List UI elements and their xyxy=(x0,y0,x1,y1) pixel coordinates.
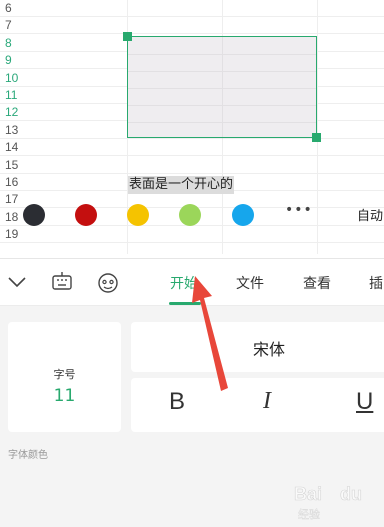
toolbar: 开始 文件 查看 插 xyxy=(0,258,384,306)
emoji-icon[interactable] xyxy=(96,271,120,299)
tab-start[interactable]: 开始 xyxy=(170,273,198,293)
color-swatch[interactable] xyxy=(23,204,45,226)
svg-text:Bai: Bai xyxy=(294,484,322,504)
selected-range[interactable] xyxy=(127,36,317,138)
sheet-row[interactable]: 7 xyxy=(0,17,384,35)
color-swatch[interactable] xyxy=(179,204,201,226)
tab-insert[interactable]: 插 xyxy=(369,273,383,293)
auto-color-button[interactable]: 自动 xyxy=(357,205,383,224)
font-name-button[interactable]: 宋体 xyxy=(131,322,384,372)
sheet-row[interactable]: 19 xyxy=(0,226,384,244)
sheet-row[interactable]: 14 xyxy=(0,139,384,157)
color-swatch[interactable] xyxy=(232,204,254,226)
tab-file[interactable]: 文件 xyxy=(236,273,264,293)
more-colors-button[interactable]: ••• xyxy=(285,202,313,218)
row-number: 9 xyxy=(5,53,12,68)
font-size-label: 字号 xyxy=(53,368,76,381)
sheet-row[interactable]: 15 xyxy=(0,157,384,174)
color-swatch[interactable] xyxy=(127,204,149,226)
row-number: 17 xyxy=(5,192,19,207)
svg-text:du: du xyxy=(340,484,362,504)
row-number: 12 xyxy=(5,105,19,120)
row-number: 10 xyxy=(5,70,19,85)
row-number: 13 xyxy=(5,122,19,137)
sheet-row[interactable]: 6 xyxy=(0,0,384,17)
row-number: 19 xyxy=(5,227,19,242)
font-size-button[interactable]: 字号 11 xyxy=(8,322,121,432)
cell-text[interactable]: 表面是一个开心的 xyxy=(128,176,235,194)
font-style-group: B I U xyxy=(131,378,384,432)
chevron-down-icon[interactable] xyxy=(6,273,28,295)
font-size-value: 11 xyxy=(53,386,76,406)
selection-handle-bottom-right[interactable] xyxy=(312,133,321,142)
row-number: 8 xyxy=(5,35,12,50)
font-color-label: 字体颜色 xyxy=(8,450,48,461)
selection-handle-top-left[interactable] xyxy=(123,32,132,41)
tab-view[interactable]: 查看 xyxy=(303,273,331,293)
bold-button[interactable]: B xyxy=(169,388,185,416)
row-number: 15 xyxy=(5,157,19,172)
active-tab-indicator xyxy=(169,302,201,305)
row-number: 16 xyxy=(5,175,19,189)
italic-button[interactable]: I xyxy=(263,388,271,415)
row-number: 6 xyxy=(5,1,12,15)
row-number: 14 xyxy=(5,140,19,155)
color-swatch[interactable] xyxy=(75,204,97,226)
svg-text:经验: 经验 xyxy=(298,507,320,521)
font-name-value: 宋体 xyxy=(253,340,286,359)
row-number: 7 xyxy=(5,18,12,33)
baidu-watermark-logo: Bai du 经验 xyxy=(294,484,363,522)
row-number: 11 xyxy=(5,88,18,102)
underline-button[interactable]: U xyxy=(356,388,373,416)
keyboard-icon[interactable] xyxy=(51,271,73,297)
